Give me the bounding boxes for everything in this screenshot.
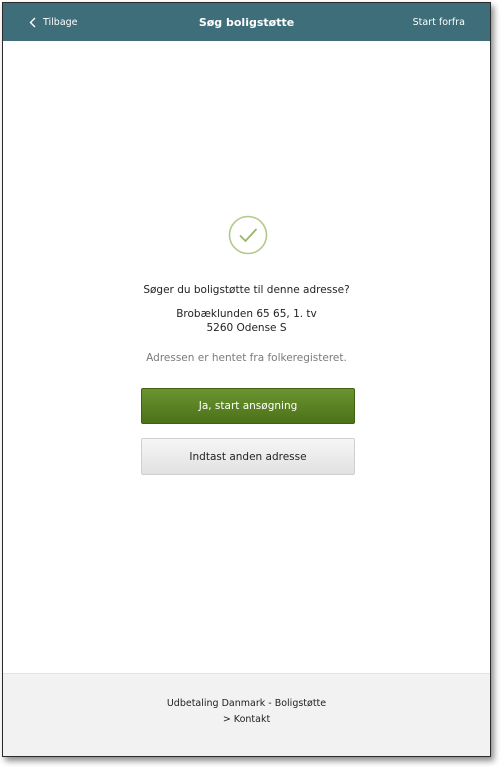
top-bar: Tilbage Søg boligstøtte Start forfra: [3, 3, 490, 41]
start-over-button[interactable]: Start forfra: [413, 3, 465, 41]
footer-organization: Udbetaling Danmark - Boligstøtte: [166, 698, 327, 709]
main-content: Søger du boligstøtte til denne adresse? …: [3, 41, 490, 673]
address-line-2: 5260 Odense S: [206, 322, 287, 334]
check-circle-icon: [228, 215, 268, 255]
contact-link[interactable]: > Kontakt: [3, 714, 490, 725]
app-window: Tilbage Søg boligstøtte Start forfra Søg…: [2, 2, 491, 757]
enter-other-address-button[interactable]: Indtast anden adresse: [141, 438, 355, 475]
address-line-1: Brobæklunden 65 65, 1. tv: [176, 308, 317, 320]
address-source-note: Adressen er hentet fra folkeregisteret.: [146, 352, 347, 364]
start-application-button[interactable]: Ja, start ansøgning: [141, 388, 355, 424]
address-question: Søger du boligstøtte til denne adresse?: [143, 284, 350, 296]
footer: Udbetaling Danmark - Boligstøtte > Konta…: [3, 673, 490, 756]
